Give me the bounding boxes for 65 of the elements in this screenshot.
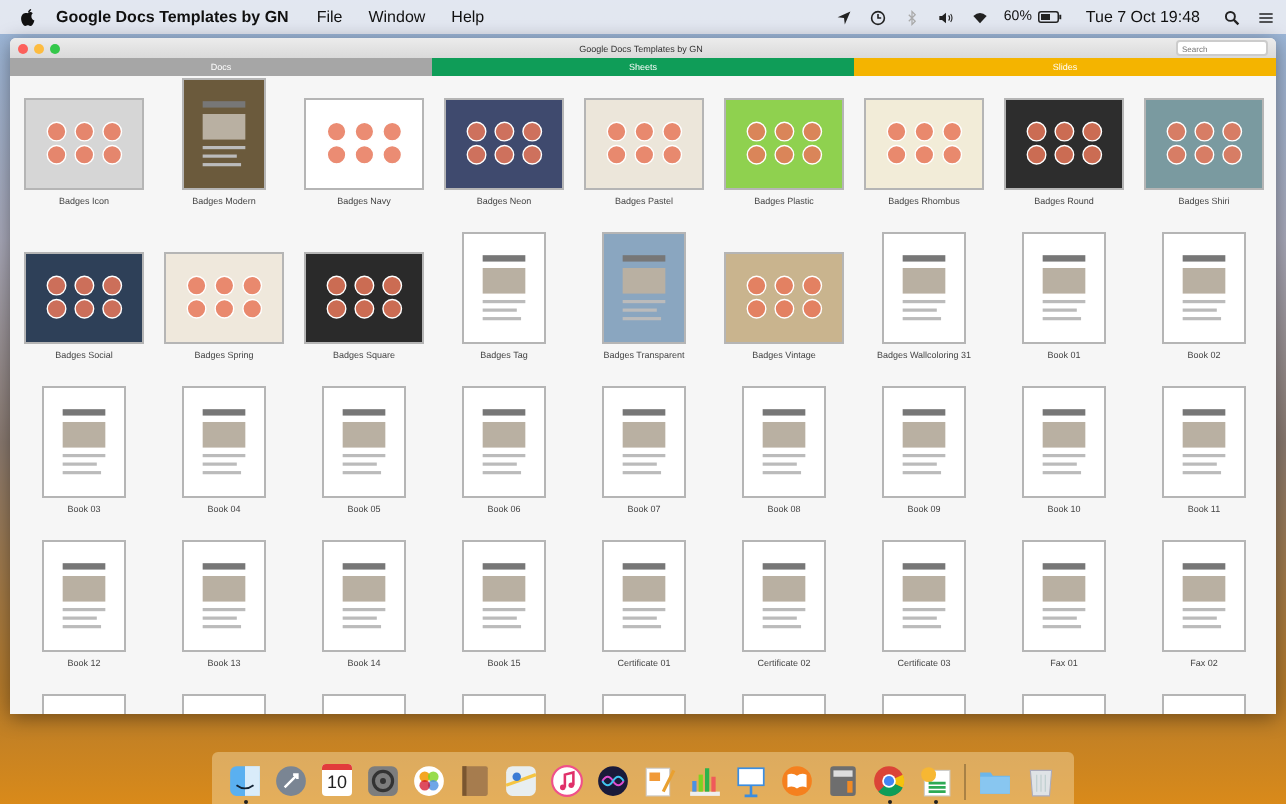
template-thumbnail[interactable] (304, 252, 424, 344)
bar-chart-icon[interactable] (688, 764, 722, 798)
wifi-icon[interactable] (971, 9, 988, 25)
orb-icon[interactable] (596, 764, 630, 798)
template-thumbnail[interactable] (24, 98, 144, 190)
template-thumbnail[interactable] (304, 98, 424, 190)
template-thumbnail[interactable] (1022, 386, 1106, 498)
calendar-icon[interactable]: 10 (322, 764, 352, 796)
template-thumbnail[interactable] (724, 98, 844, 190)
template-thumbnail[interactable] (462, 386, 546, 498)
gear-icon[interactable] (366, 764, 400, 798)
battery-icon[interactable] (1037, 10, 1062, 24)
rocket-icon[interactable] (274, 764, 308, 798)
template-thumbnail[interactable] (602, 386, 686, 498)
template-thumbnail[interactable] (742, 540, 826, 652)
template-thumbnail[interactable] (462, 540, 546, 652)
template-thumbnail[interactable] (1022, 540, 1106, 652)
menu-item[interactable]: File (316, 8, 343, 26)
search-icon[interactable] (1224, 9, 1240, 25)
template-thumbnail[interactable] (322, 386, 406, 498)
template-thumbnail[interactable] (1022, 232, 1106, 344)
menu-item[interactable]: Window (368, 8, 426, 26)
template-thumbnail[interactable] (1162, 540, 1246, 652)
template-thumbnail[interactable] (322, 540, 406, 652)
template-thumbnail[interactable] (1162, 232, 1246, 344)
template-thumbnail[interactable] (864, 98, 984, 190)
template-thumbnail[interactable] (182, 386, 266, 498)
location-arrow-icon[interactable] (835, 9, 852, 25)
template-thumbnail[interactable] (164, 252, 284, 344)
template-thumbnail[interactable] (584, 98, 704, 190)
clock-icon[interactable] (869, 9, 886, 25)
open-book-icon[interactable] (780, 764, 814, 798)
template-thumbnail[interactable] (882, 386, 966, 498)
music-note-icon[interactable] (550, 764, 584, 798)
template-thumbnail[interactable] (24, 252, 144, 344)
template-thumbnail[interactable] (182, 78, 266, 190)
template-thumbnail[interactable] (1144, 98, 1264, 190)
template-thumbnail[interactable] (182, 540, 266, 652)
address-book-icon[interactable] (458, 764, 492, 798)
map-icon[interactable] (504, 764, 538, 798)
calculator-icon[interactable] (826, 764, 860, 798)
circle-logo-icon[interactable] (872, 764, 906, 798)
flower-icon[interactable] (412, 764, 446, 798)
template-thumbnail[interactable] (462, 232, 546, 344)
clock-text[interactable]: Tue 7 Oct 19:48 (1085, 8, 1200, 26)
template-thumbnail[interactable] (882, 232, 966, 344)
smiling-face-icon[interactable] (228, 764, 262, 798)
podium-icon[interactable] (734, 764, 768, 798)
menu-item[interactable]: Help (451, 8, 485, 26)
apple-icon[interactable] (20, 7, 36, 27)
template-thumbnail[interactable] (602, 540, 686, 652)
template-thumbnail[interactable] (1004, 98, 1124, 190)
template-thumbnail[interactable] (1162, 386, 1246, 498)
list-icon[interactable] (1258, 9, 1274, 25)
template-thumbnail[interactable] (444, 98, 564, 190)
template-thumbnail[interactable] (42, 540, 126, 652)
app-name-menu[interactable]: Google Docs Templates by GN (56, 8, 289, 26)
volume-icon[interactable] (937, 9, 954, 25)
template-thumbnail[interactable] (42, 386, 126, 498)
template-thumbnail[interactable] (724, 252, 844, 344)
spreadsheet-icon[interactable] (918, 764, 952, 798)
template-thumbnail[interactable] (882, 540, 966, 652)
template-thumbnail[interactable] (602, 232, 686, 344)
template-thumbnail[interactable] (742, 386, 826, 498)
close-button[interactable] (18, 43, 28, 53)
